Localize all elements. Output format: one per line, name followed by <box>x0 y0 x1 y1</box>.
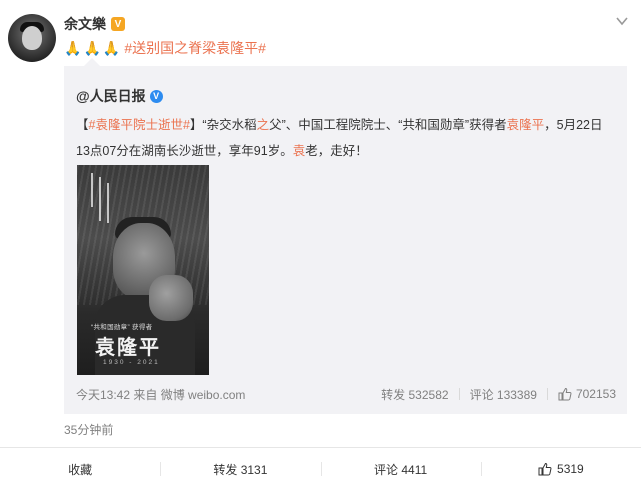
original-repost-button[interactable]: 转发 532582 <box>381 386 448 403</box>
text-segment: 父”、中国工程院院士、“共和国勋章”获得者 <box>269 118 507 132</box>
like-button[interactable]: 5319 <box>480 448 641 490</box>
avatar[interactable] <box>8 14 56 62</box>
footer-divider <box>546 388 548 400</box>
original-comment-label: 评论 133389 <box>469 387 537 402</box>
pray-emoji: 🙏 <box>102 39 121 56</box>
original-author-name[interactable]: @人民日报 <box>76 86 146 106</box>
comment-label: 评论 4411 <box>374 462 428 477</box>
photo-text-line <box>91 173 93 207</box>
comment-button[interactable]: 评论 4411 <box>320 448 481 490</box>
repost-notch <box>84 58 100 66</box>
chevron-down-icon[interactable] <box>615 14 629 28</box>
thumbs-up-icon <box>538 462 552 476</box>
highlight-text: 袁 <box>292 144 306 158</box>
footer-divider <box>458 388 460 400</box>
original-like-count: 702153 <box>575 387 616 401</box>
pray-emoji: 🙏 <box>83 39 101 56</box>
like-count: 5319 <box>557 462 584 476</box>
favorite-label: 收藏 <box>68 462 93 477</box>
post-text: 🙏 🙏 🙏 #送别国之脊梁袁隆平# <box>64 38 266 58</box>
action-bar: 收藏 转发 3131 评论 4411 5319 <box>0 448 641 490</box>
blue-v-icon: V <box>149 89 163 103</box>
favorite-button[interactable]: 收藏 <box>0 448 160 490</box>
photo-caption-name: 袁隆平 <box>95 335 161 359</box>
memorial-photo[interactable]: “共和国勋章” 获得者 袁隆平 1930 - 2021 <box>77 165 209 375</box>
original-footer: 今天13:42 来自 微博 weibo.com 转发 532582 评论 133… <box>76 384 616 404</box>
highlight-text: 之 <box>256 118 270 132</box>
text-segment: 】“杂交水稻 <box>189 118 257 132</box>
original-comment-button[interactable]: 评论 133389 <box>470 386 537 403</box>
original-author: @人民日报 V <box>76 86 163 106</box>
photo-caption-small: “共和国勋章” 获得者 <box>91 324 153 331</box>
weibo-post-card: 余文樂 V 🙏 🙏 🙏 #送别国之脊梁袁隆平# @人民日报 V 【#袁隆平院士逝… <box>0 0 641 490</box>
original-repost-label: 转发 532582 <box>381 387 449 402</box>
original-like-button[interactable]: 702153 <box>558 387 616 401</box>
highlight-name[interactable]: 袁隆平 <box>507 118 545 132</box>
post-timestamp[interactable]: 35分钟前 <box>64 421 113 438</box>
pray-emoji: 🙏 <box>64 39 82 56</box>
photo-text-line <box>107 183 109 223</box>
hashtag-link[interactable]: #送别国之脊梁袁隆平# <box>124 38 266 58</box>
original-text: 【#袁隆平院士逝世#】“杂交水稻之父”、中国工程院院士、“共和国勋章”获得者袁隆… <box>76 112 616 164</box>
avatar-face <box>22 26 42 50</box>
photo-text-line <box>99 177 101 221</box>
photo-hand <box>149 275 193 321</box>
author-name[interactable]: 余文樂 <box>64 14 106 34</box>
topic-tag-link[interactable]: #袁隆平院士逝世# <box>89 118 190 132</box>
text-segment: 【 <box>76 118 89 132</box>
vip-badge-icon[interactable]: V <box>111 17 125 31</box>
photo-caption-years: 1930 - 2021 <box>103 359 160 366</box>
text-segment: 老，走好！ <box>305 144 368 158</box>
repost-label: 转发 3131 <box>213 462 268 477</box>
original-timestamp[interactable]: 今天13:42 来自 微博 weibo.com <box>76 386 245 403</box>
author-row: 余文樂 V <box>64 14 125 34</box>
repost-button[interactable]: 转发 3131 <box>160 448 320 490</box>
thumbs-up-icon <box>558 387 572 401</box>
reposted-content: @人民日报 V 【#袁隆平院士逝世#】“杂交水稻之父”、中国工程院院士、“共和国… <box>64 58 627 414</box>
